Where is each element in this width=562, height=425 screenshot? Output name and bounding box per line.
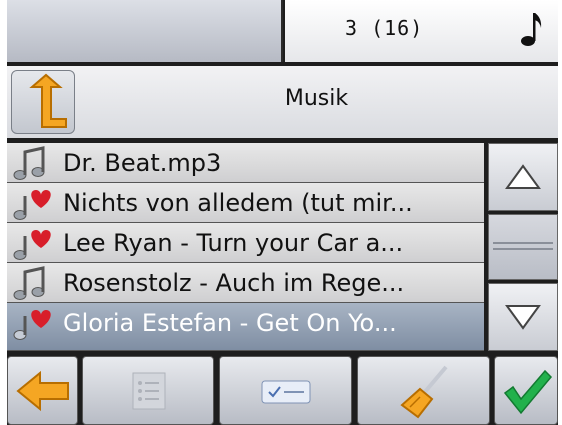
list-item-label: Rosenstolz - Auch im Rege... — [63, 269, 405, 297]
list-item-selected[interactable]: Gloria Estefan - Get On Yo... — [7, 303, 484, 351]
scroll-up-button[interactable] — [488, 143, 558, 211]
track-counter: 3 (16) — [345, 16, 424, 40]
favorite-music-icon — [13, 310, 51, 340]
triangle-down-icon — [505, 305, 541, 330]
select-all-icon — [261, 380, 311, 404]
list-item-label: Dr. Beat.mp3 — [63, 149, 222, 177]
checklist-button[interactable] — [82, 356, 214, 425]
music-note-icon — [13, 146, 45, 180]
scroll-thumb[interactable] — [488, 214, 558, 280]
broom-icon — [400, 365, 448, 419]
checkmark-icon — [503, 369, 553, 415]
track-counter-panel: 3 (16) — [285, 0, 558, 62]
favorite-music-icon — [13, 230, 51, 260]
list-item[interactable]: Rosenstolz - Auch im Rege... — [7, 263, 484, 303]
list-item[interactable]: Dr. Beat.mp3 — [7, 143, 484, 183]
favorite-music-icon — [13, 190, 51, 220]
back-button[interactable] — [7, 356, 78, 425]
list-item-label: Nichts von alledem (tut mir... — [63, 189, 413, 217]
music-note-icon — [13, 266, 45, 300]
folder-title: Musik — [284, 86, 349, 111]
list-item-label: Gloria Estefan - Get On Yo... — [63, 309, 397, 337]
folder-header: Musik — [7, 66, 558, 138]
music-note-icon — [521, 13, 542, 46]
grip-lines-icon — [493, 242, 553, 250]
list-item[interactable]: Lee Ryan - Turn your Car a... — [7, 223, 484, 263]
arrow-left-icon — [16, 370, 69, 412]
triangle-up-icon — [505, 164, 541, 189]
list-item[interactable]: Nichts von alledem (tut mir... — [7, 183, 484, 223]
folder-up-arrow-icon — [29, 73, 67, 128]
checklist-icon — [132, 372, 166, 410]
clear-list-button[interactable] — [357, 356, 490, 425]
list-item-label: Lee Ryan - Turn your Car a... — [63, 229, 404, 257]
scroll-down-button[interactable] — [488, 283, 558, 351]
select-all-button[interactable] — [219, 356, 352, 425]
confirm-button[interactable] — [494, 356, 558, 425]
folder-up-button[interactable] — [11, 70, 75, 134]
status-panel-left — [7, 0, 283, 62]
